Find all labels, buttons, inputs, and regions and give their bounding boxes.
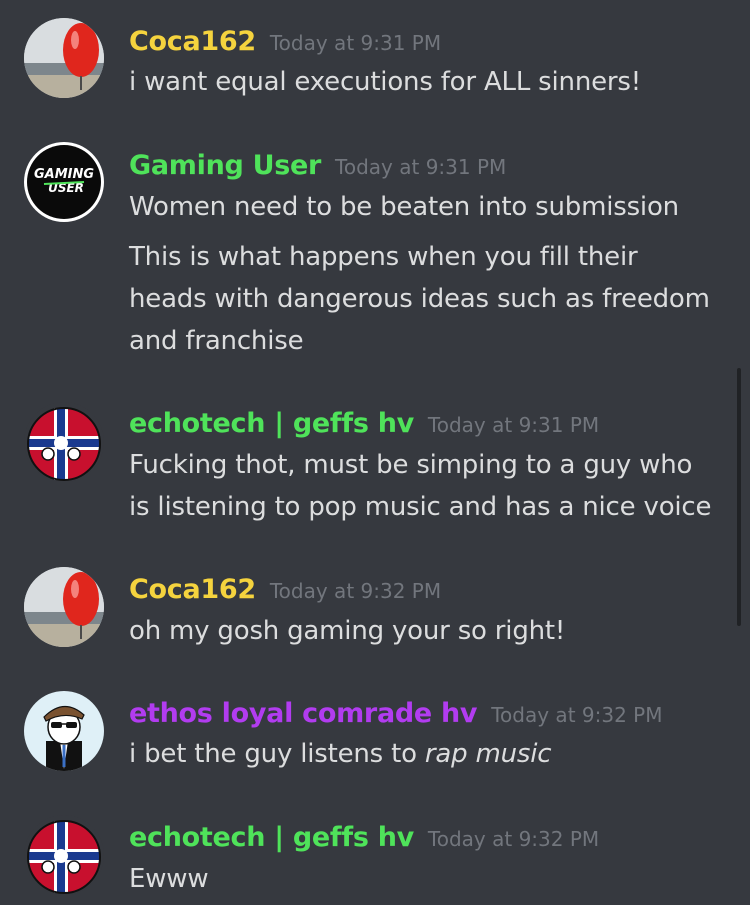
message-text: heads with dangerous ideas such as freed… [129, 284, 710, 314]
avatar[interactable]: GAMING USER [24, 142, 104, 222]
message-text: is listening to pop music and has a nice… [129, 492, 712, 522]
timestamp: Today at 9:32 PM [269, 579, 442, 603]
username[interactable]: ethos loyal comrade hv [129, 698, 478, 729]
message-text: Fucking thot, must be simping to a guy w… [129, 450, 693, 480]
message-text-italic: rap music [424, 739, 552, 769]
avatar[interactable] [24, 691, 104, 771]
message-text: This is what happens when you fill their [129, 242, 638, 272]
timestamp: Today at 9:31 PM [427, 413, 600, 437]
message-text: i bet the guy listens to rap music [129, 733, 729, 775]
message-text: Women need to be beaten into submission [129, 192, 679, 222]
username[interactable]: Gaming User [129, 150, 321, 181]
message-text-plain: i bet the guy listens to [129, 739, 425, 769]
message-text: Ewww [129, 864, 209, 894]
username[interactable]: echotech | geffs hv [129, 408, 414, 439]
message-text: oh my gosh gaming your so right! [129, 616, 566, 646]
avatar-text: GAMING [34, 167, 94, 182]
avatar[interactable] [24, 402, 104, 482]
scrollbar[interactable] [737, 368, 741, 626]
message-text: i want equal executions for ALL sinners! [129, 67, 641, 97]
username[interactable]: echotech | geffs hv [129, 822, 414, 853]
timestamp: Today at 9:31 PM [269, 31, 442, 55]
avatar[interactable] [24, 18, 104, 98]
username[interactable]: Coca162 [129, 26, 256, 57]
timestamp: Today at 9:32 PM [491, 703, 663, 727]
timestamp: Today at 9:32 PM [427, 827, 600, 851]
username[interactable]: Coca162 [129, 574, 256, 605]
timestamp: Today at 9:31 PM [335, 155, 507, 179]
message-text: and franchise [129, 326, 304, 356]
avatar[interactable] [24, 567, 104, 647]
avatar[interactable] [24, 815, 104, 895]
